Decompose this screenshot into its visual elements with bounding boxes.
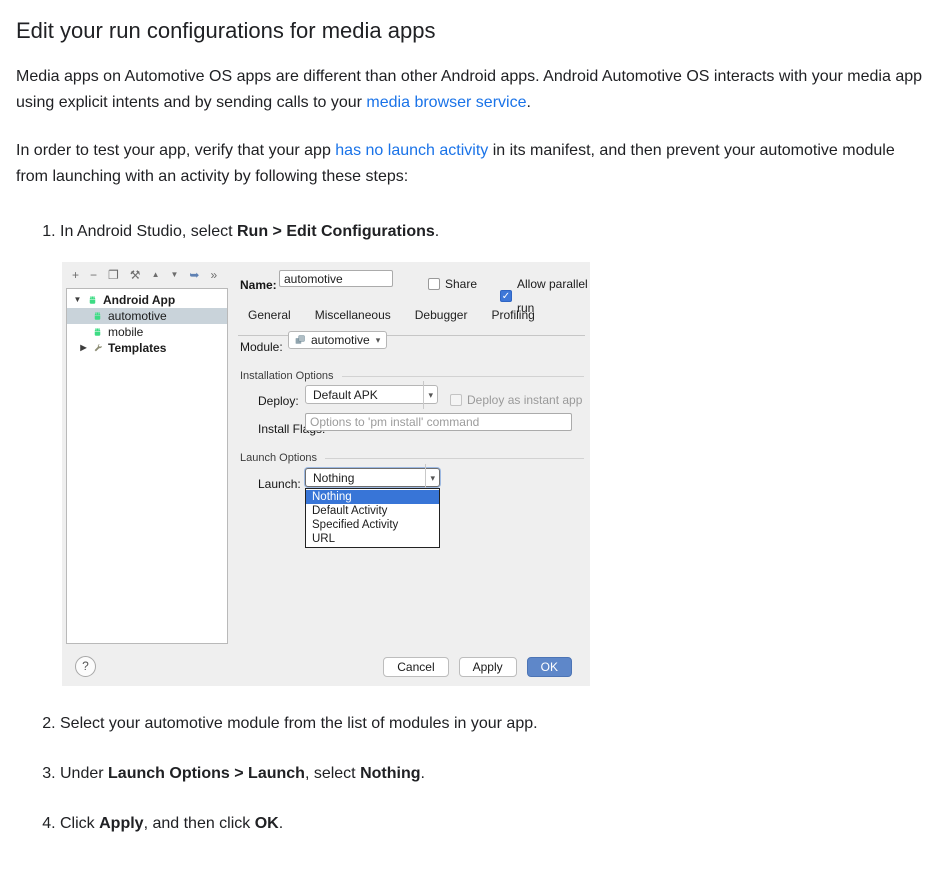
media-browser-service-link[interactable]: media browser service [366, 94, 526, 111]
launch-dropdown-popup: Nothing Default Activity Specified Activ… [305, 488, 440, 548]
share-label: Share [445, 272, 477, 296]
tab-miscellaneous[interactable]: Miscellaneous [315, 303, 391, 327]
help-button[interactable]: ? [75, 656, 96, 677]
android-icon [92, 311, 103, 322]
text-run: . [279, 815, 283, 832]
tree-group-label: Templates [108, 336, 166, 360]
configurations-tree: ▼ Android App automotive [66, 288, 228, 644]
popup-option-nothing[interactable]: Nothing [306, 490, 439, 504]
move-up-icon[interactable]: ▲ [152, 267, 160, 283]
android-icon [92, 327, 103, 338]
nothing-bold: Nothing [360, 765, 420, 782]
tree-group-templates[interactable]: ▶ Templates [67, 340, 227, 356]
run-edit-configurations-bold: Run > Edit Configurations [237, 223, 435, 240]
install-flags-input[interactable] [305, 413, 572, 431]
intro-paragraph-2: In order to test your app, verify that y… [16, 138, 923, 190]
step-2: Select your automotive module from the l… [60, 712, 923, 736]
launch-value: Nothing [306, 466, 425, 490]
steps-list: In Android Studio, select Run > Edit Con… [16, 220, 923, 836]
tab-general[interactable]: General [248, 303, 291, 327]
no-launch-activity-link[interactable]: has no launch activity [335, 142, 488, 159]
tree-item-automotive[interactable]: automotive [67, 308, 227, 324]
android-icon [87, 295, 98, 306]
remove-icon[interactable]: − [90, 267, 97, 283]
step-4: Click Apply, and then click OK. [60, 812, 923, 836]
deploy-label: Deploy: [258, 389, 299, 413]
chevron-down-icon[interactable]: ▼ [73, 288, 82, 312]
text-run: Select your automotive module from the l… [60, 715, 538, 732]
tab-debugger[interactable]: Debugger [415, 303, 468, 327]
chevron-right-icon[interactable]: ▶ [79, 336, 88, 360]
run-config-screenshot: + − ❐ ⚒ ▲ ▼ ➥ » ▼ Android App [62, 262, 590, 686]
edit-templates-icon[interactable]: ⚒ [130, 267, 141, 283]
text-run: . [421, 765, 425, 782]
config-toolbar: + − ❐ ⚒ ▲ ▼ ➥ » [72, 267, 217, 283]
name-input[interactable] [279, 270, 393, 287]
text-run: In Android Studio, select [60, 223, 237, 240]
text-run: . [526, 94, 530, 111]
module-dropdown[interactable]: automotive ▾ [288, 331, 387, 349]
text-run: , and then click [144, 815, 255, 832]
apply-button[interactable]: Apply [459, 657, 517, 677]
popup-option-default-activity[interactable]: Default Activity [306, 504, 439, 518]
wrench-icon [93, 343, 103, 353]
popup-option-specified-activity[interactable]: Specified Activity [306, 518, 439, 532]
toolbar-overflow-icon[interactable]: » [210, 267, 217, 283]
tab-profiling[interactable]: Profiling [491, 303, 534, 327]
checkbox-disabled-icon [450, 394, 462, 406]
checkbox-unchecked-icon[interactable] [428, 278, 440, 290]
checkbox-checked-icon[interactable]: ✓ [500, 290, 512, 302]
text-run: . [435, 223, 439, 240]
launch-dropdown[interactable]: Nothing ▾ [305, 468, 440, 487]
share-checkbox[interactable]: Share [428, 272, 477, 296]
text-run: In order to test your app, verify that y… [16, 142, 335, 159]
module-icon [295, 335, 305, 345]
ok-button[interactable]: OK [527, 657, 572, 677]
launch-options-bold: Launch Options > Launch [108, 765, 305, 782]
module-label: Module: [240, 335, 283, 359]
popup-option-url[interactable]: URL [306, 532, 439, 546]
text-run: Click [60, 815, 99, 832]
deploy-value: Default APK [306, 383, 423, 407]
cancel-button[interactable]: Cancel [383, 657, 448, 677]
intro-paragraph-1: Media apps on Automotive OS apps are dif… [16, 64, 923, 116]
page-title: Edit your run configurations for media a… [16, 18, 923, 44]
copy-icon[interactable]: ❐ [108, 267, 119, 283]
name-label: Name: [240, 273, 277, 297]
step-1: In Android Studio, select Run > Edit Con… [60, 220, 923, 686]
chevron-down-icon: ▾ [376, 328, 381, 352]
add-icon[interactable]: + [72, 267, 79, 283]
ok-bold: OK [255, 815, 279, 832]
move-to-folder-icon[interactable]: ➥ [189, 267, 199, 283]
launch-label: Launch: [258, 472, 301, 496]
deploy-instant-app-checkbox[interactable]: Deploy as instant app [450, 388, 582, 412]
module-value: automotive [311, 328, 370, 352]
deploy-dropdown[interactable]: Default APK ▾ [305, 385, 438, 404]
dialog-buttons: Cancel Apply OK [383, 657, 572, 677]
doc-page: Edit your run configurations for media a… [0, 0, 951, 886]
move-down-icon[interactable]: ▼ [170, 267, 178, 283]
text-run: Under [60, 765, 108, 782]
step-3: Under Launch Options > Launch, select No… [60, 762, 923, 786]
deploy-instant-app-label: Deploy as instant app [467, 388, 582, 412]
text-run: , select [305, 765, 360, 782]
apply-bold: Apply [99, 815, 143, 832]
chevron-down-icon: ▾ [423, 381, 437, 409]
